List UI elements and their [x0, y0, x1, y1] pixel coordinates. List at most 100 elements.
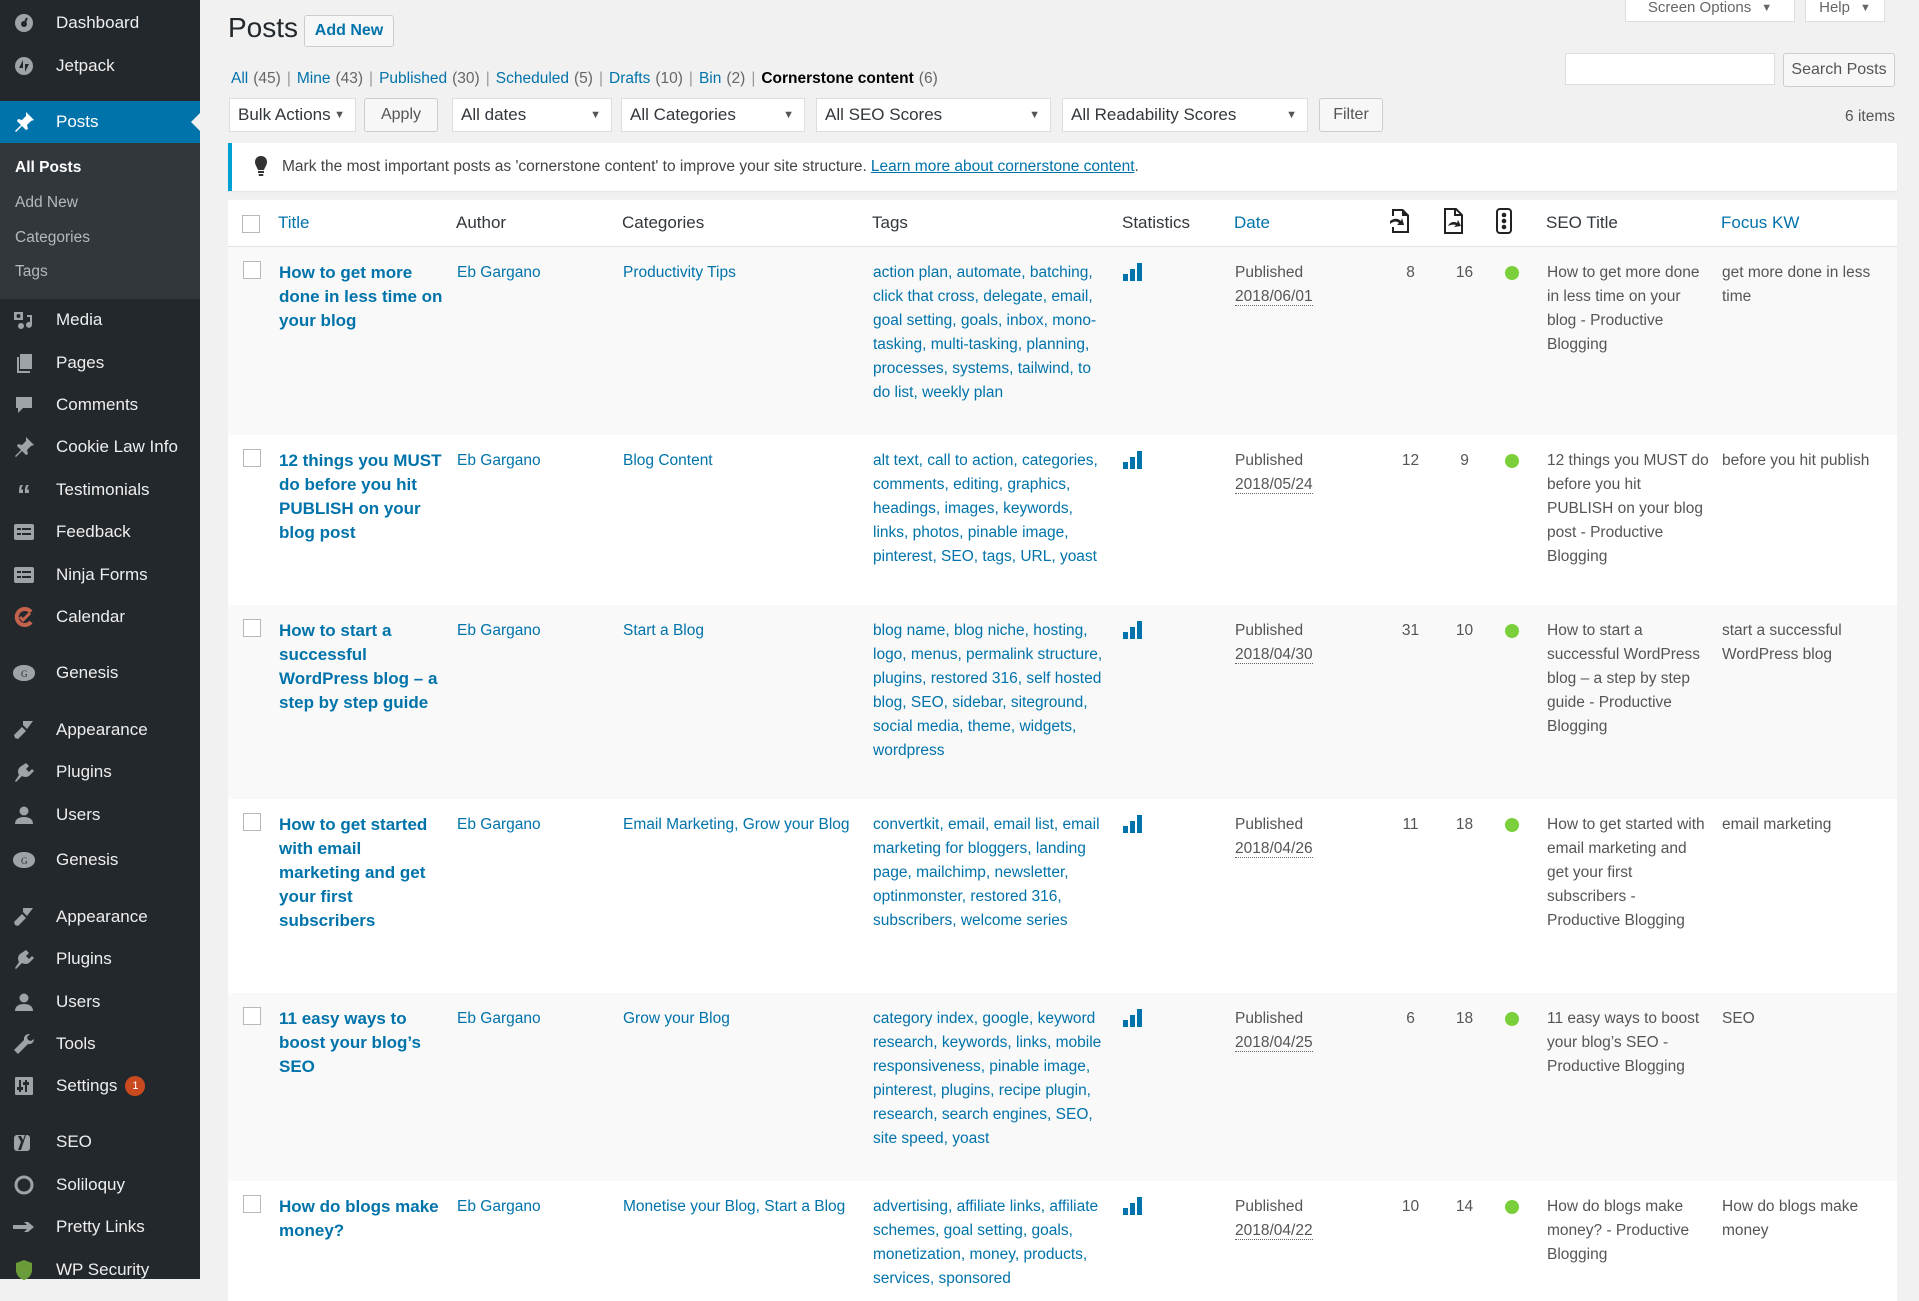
view-count: (10)	[655, 70, 683, 87]
tags-links[interactable]: advertising, affiliate links, affiliate …	[873, 1198, 1098, 1287]
view-published[interactable]: Published	[379, 70, 447, 87]
help-button[interactable]: Help ▼	[1805, 0, 1885, 22]
statistics-bar-chart-icon[interactable]	[1123, 1196, 1224, 1215]
sidebar-item-settings[interactable]: Settings 1	[0, 1066, 200, 1106]
sidebar-item-posts[interactable]: Posts	[0, 101, 200, 143]
submenu-all-posts[interactable]: All Posts	[15, 159, 81, 177]
view-all[interactable]: All	[231, 70, 248, 87]
post-title-link[interactable]: How to get started with email marketing …	[279, 813, 446, 933]
statistics-bar-chart-icon[interactable]	[1123, 620, 1224, 639]
statistics-bar-chart-icon[interactable]	[1123, 450, 1224, 469]
post-title-link[interactable]: 11 easy ways to boost your blog’s SEO	[279, 1007, 446, 1079]
post-title-link[interactable]: How to start a successful WordPress blog…	[279, 619, 446, 715]
view-bin[interactable]: Bin	[699, 70, 721, 87]
categories-links[interactable]: Email Marketing, Grow your Blog	[623, 816, 850, 833]
sidebar-item-soliloquy[interactable]: Soliloquy	[0, 1165, 200, 1205]
row-checkbox[interactable]	[243, 812, 261, 831]
column-readability[interactable]	[1496, 200, 1546, 247]
column-focus-kw[interactable]: Focus KW	[1721, 200, 1897, 247]
sidebar-item-plugins[interactable]: Plugins	[0, 752, 200, 792]
sidebar-item-comments[interactable]: Comments	[0, 385, 200, 425]
sidebar-item-seo[interactable]: SEO	[0, 1122, 200, 1162]
sidebar-item-label: Feedback	[56, 522, 131, 541]
submenu-tags[interactable]: Tags	[15, 263, 48, 281]
categories-links[interactable]: Blog Content	[623, 452, 713, 469]
search-posts-button[interactable]: Search Posts	[1783, 53, 1895, 87]
select-all-checkbox[interactable]	[242, 215, 260, 233]
sidebar-item-appearance[interactable]: Appearance	[0, 897, 200, 937]
apply-button[interactable]: Apply	[364, 98, 438, 132]
categories-filter-select[interactable]: All Categories ▼	[621, 98, 805, 132]
tags-links[interactable]: convertkit, email, email list, email mar…	[873, 816, 1100, 929]
column-title[interactable]: Title	[278, 200, 456, 247]
row-checkbox[interactable]	[243, 1006, 261, 1025]
row-checkbox[interactable]	[243, 261, 261, 279]
sidebar-item-ninja-forms[interactable]: Ninja Forms	[0, 555, 200, 595]
sidebar-item-feedback[interactable]: Feedback	[0, 512, 200, 552]
sidebar-item-pretty-links[interactable]: Pretty Links	[0, 1207, 200, 1247]
sidebar-item-jetpack[interactable]: Jetpack	[0, 46, 200, 86]
column-date[interactable]: Date	[1234, 200, 1388, 247]
submenu-add-new[interactable]: Add New	[15, 194, 78, 212]
sidebar-item-calendar[interactable]: Calendar	[0, 597, 200, 637]
sidebar-item-appearance[interactable]: Appearance	[0, 710, 200, 750]
view-mine[interactable]: Mine	[297, 70, 331, 87]
view-cornerstone-content[interactable]: Cornerstone content	[761, 70, 913, 87]
author-link[interactable]: Eb Gargano	[457, 622, 541, 639]
sidebar-item-tools[interactable]: Tools	[0, 1024, 200, 1064]
add-new-button[interactable]: Add New	[304, 15, 394, 47]
post-status: Published	[1235, 621, 1304, 639]
post-title-link[interactable]: How to get more done in less time on you…	[279, 261, 446, 333]
view-scheduled[interactable]: Scheduled	[496, 70, 569, 87]
sidebar-item-dashboard[interactable]: Dashboard	[0, 3, 200, 43]
tags-links[interactable]: blog name, blog niche, hosting, logo, me…	[873, 622, 1102, 759]
author-link[interactable]: Eb Gargano	[457, 264, 541, 281]
learn-more-link[interactable]: Learn more about cornerstone content	[871, 158, 1135, 176]
row-checkbox[interactable]	[243, 448, 261, 467]
bulk-actions-select[interactable]: Bulk Actions ▼	[229, 98, 356, 132]
readability-filter-select[interactable]: All Readability Scores ▼	[1062, 98, 1308, 132]
sidebar-item-wp-security[interactable]: WP Security	[0, 1250, 200, 1290]
statistics-bar-chart-icon[interactable]	[1123, 814, 1224, 833]
categories-links[interactable]: Productivity Tips	[623, 264, 736, 281]
author-link[interactable]: Eb Gargano	[457, 1198, 541, 1215]
categories-links[interactable]: Monetise your Blog, Start a Blog	[623, 1198, 845, 1215]
author-link[interactable]: Eb Gargano	[457, 1010, 541, 1027]
sidebar-item-plugins[interactable]: Plugins	[0, 939, 200, 979]
sidebar-item-users[interactable]: Users	[0, 982, 200, 1022]
categories-links[interactable]: Grow your Blog	[623, 1010, 730, 1027]
search-input[interactable]	[1565, 53, 1775, 85]
dates-filter-select[interactable]: All dates ▼	[452, 98, 612, 132]
statistics-bar-chart-icon[interactable]	[1123, 263, 1224, 281]
sidebar-item-testimonials[interactable]: “ Testimonials	[0, 470, 200, 510]
sidebar-item-media[interactable]: Media	[0, 300, 200, 340]
view-drafts[interactable]: Drafts	[609, 70, 650, 87]
focus-keyword: get more done in less time	[1722, 264, 1871, 305]
post-title-link[interactable]: How do blogs make money?	[279, 1195, 446, 1243]
tags-links[interactable]: alt text, call to action, categories, co…	[873, 452, 1098, 565]
row-checkbox[interactable]	[243, 1194, 261, 1213]
tags-links[interactable]: action plan, automate, batching, click t…	[873, 264, 1096, 401]
statistics-bar-chart-icon[interactable]	[1123, 1008, 1224, 1027]
submenu-categories[interactable]: Categories	[15, 229, 90, 247]
author-link[interactable]: Eb Gargano	[457, 452, 541, 469]
filter-button[interactable]: Filter	[1319, 98, 1383, 132]
post-title-link[interactable]: 12 things you MUST do before you hit PUB…	[279, 449, 446, 545]
sidebar-item-genesis[interactable]: G Genesis	[0, 840, 200, 880]
row-checkbox[interactable]	[243, 618, 261, 637]
column-incoming-links[interactable]	[1388, 200, 1442, 247]
column-outgoing-links[interactable]	[1442, 200, 1496, 247]
sidebar-item-users[interactable]: Users	[0, 795, 200, 835]
sidebar-item-pages[interactable]: Pages	[0, 343, 200, 383]
screen-options-button[interactable]: Screen Options ▼	[1625, 0, 1795, 22]
seo-scores-filter-select[interactable]: All SEO Scores ▼	[816, 98, 1051, 132]
outgoing-links-count: 18	[1455, 1009, 1474, 1027]
sidebar-item-label: Dashboard	[56, 13, 140, 32]
author-link[interactable]: Eb Gargano	[457, 816, 541, 833]
sidebar-item-cookie-law-info[interactable]: Cookie Law Info	[0, 427, 200, 467]
categories-links[interactable]: Start a Blog	[623, 622, 704, 639]
pages-icon	[12, 351, 36, 375]
sidebar-item-genesis[interactable]: G Genesis	[0, 653, 200, 693]
tags-links[interactable]: category index, google, keyword research…	[873, 1010, 1101, 1147]
table-row: How to get started with email marketing …	[228, 798, 1897, 993]
